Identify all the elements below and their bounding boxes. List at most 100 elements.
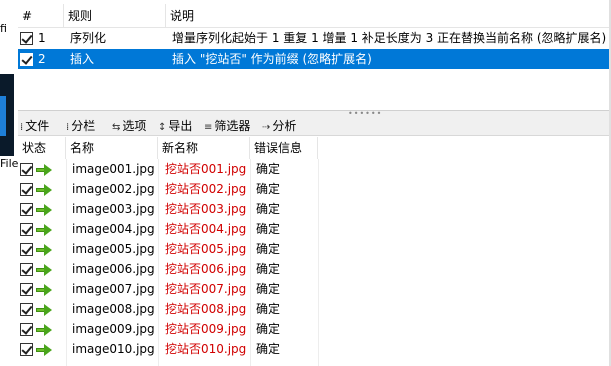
file-row[interactable]: image007.jpg 挖站否007.jpg 确定: [18, 279, 318, 299]
toolbar-files-button[interactable]: ⁞ 文件: [20, 116, 49, 136]
rename-arrow-icon: [36, 243, 52, 256]
file-row[interactable]: image009.jpg 挖站否009.jpg 确定: [18, 319, 318, 339]
rename-arrow-icon: [36, 183, 52, 196]
file-name: image001.jpg: [72, 162, 155, 176]
file-error: 确定: [256, 282, 281, 296]
file-name: image007.jpg: [72, 282, 155, 296]
column-divider: [318, 159, 319, 366]
file-row[interactable]: image005.jpg 挖站否005.jpg 确定: [18, 239, 318, 259]
file-error: 确定: [256, 302, 281, 316]
column-header-new-name[interactable]: 新名称: [158, 137, 250, 159]
filter-icon: ≡: [204, 122, 213, 133]
column-header-status[interactable]: 状态: [18, 137, 66, 159]
file-name: image009.jpg: [72, 322, 155, 336]
file-checkbox[interactable]: [20, 163, 33, 176]
rename-arrow-icon: [36, 163, 52, 176]
file-new-name: 挖站否006.jpg: [165, 262, 247, 276]
file-row[interactable]: image004.jpg 挖站否004.jpg 确定: [18, 219, 318, 239]
rule-description: 增量序列化起始于 1 重复 1 增量 1 补足长度为 3 正在替换当前名称 (忽…: [172, 31, 607, 45]
toolbar-label: 分栏: [71, 119, 96, 133]
file-new-name: 挖站否005.jpg: [165, 242, 247, 256]
rule-row-selected[interactable]: 2 插入 插入 "挖站否" 作为前缀 (忽略扩展名): [18, 49, 611, 69]
file-error: 确定: [256, 202, 281, 216]
toolbar-label: 选项: [122, 119, 147, 133]
rename-arrow-icon: [36, 263, 52, 276]
toolbar-export-button[interactable]: ↕ 导出: [158, 116, 192, 136]
rule-description: 插入 "挖站否" 作为前缀 (忽略扩展名): [172, 52, 372, 66]
status-cell: [20, 339, 64, 359]
columns-icon: ⁞: [66, 122, 70, 133]
file-checkbox[interactable]: [20, 183, 33, 196]
file-new-name: 挖站否008.jpg: [165, 302, 247, 316]
file-checkbox[interactable]: [20, 323, 33, 336]
toolbar-label: 筛选器: [214, 119, 251, 133]
file-error: 确定: [256, 262, 281, 276]
column-header-rule[interactable]: 规则: [64, 4, 166, 28]
file-checkbox[interactable]: [20, 303, 33, 316]
toolbar-label: 分析: [272, 119, 297, 133]
file-row[interactable]: image006.jpg 挖站否006.jpg 确定: [18, 259, 318, 279]
rename-arrow-icon: [36, 283, 52, 296]
background-text-fragment: fi: [0, 22, 7, 35]
rename-arrow-icon: [36, 223, 52, 236]
toolbar-label: 文件: [25, 119, 50, 133]
file-error: 确定: [256, 162, 281, 176]
file-name: image003.jpg: [72, 202, 155, 216]
status-cell: [20, 279, 64, 299]
background-text-fragment: File: [0, 157, 19, 170]
file-name: image004.jpg: [72, 222, 155, 236]
file-checkbox[interactable]: [20, 343, 33, 356]
file-checkbox[interactable]: [20, 203, 33, 216]
status-cell: [20, 219, 64, 239]
file-row[interactable]: image003.jpg 挖站否003.jpg 确定: [18, 199, 318, 219]
file-new-name: 挖站否002.jpg: [165, 182, 247, 196]
rename-arrow-icon: [36, 203, 52, 216]
file-error: 确定: [256, 342, 281, 356]
file-new-name: 挖站否004.jpg: [165, 222, 247, 236]
toolbar-analyze-button[interactable]: ⇢ 分析: [262, 116, 296, 136]
file-row[interactable]: image010.jpg 挖站否010.jpg 确定: [18, 339, 318, 359]
column-header-name[interactable]: 名称: [66, 137, 158, 159]
file-icon: ⁞: [20, 122, 24, 133]
toolbar-filter-button[interactable]: ≡ 筛选器: [204, 116, 250, 136]
file-list-header: 状态 名称 新名称 错误信息: [18, 137, 318, 159]
file-row[interactable]: image001.jpg 挖站否001.jpg 确定: [18, 159, 318, 179]
file-row[interactable]: image002.jpg 挖站否002.jpg 确定: [18, 179, 318, 199]
rename-arrow-icon: [36, 343, 52, 356]
file-list: 状态 名称 新名称 错误信息 image001.jpg 挖站否001.jpg 确定 i…: [18, 137, 611, 366]
status-cell: [20, 259, 64, 279]
status-cell: [20, 159, 64, 179]
column-header-number[interactable]: #: [18, 4, 64, 28]
file-new-name: 挖站否010.jpg: [165, 342, 247, 356]
export-icon: ↕: [158, 122, 167, 133]
toolbar-columns-button[interactable]: ⁞ 分栏: [66, 116, 95, 136]
file-error: 确定: [256, 242, 281, 256]
status-cell: [20, 179, 64, 199]
rule-checkbox[interactable]: [20, 53, 33, 66]
file-checkbox[interactable]: [20, 263, 33, 276]
rule-number: 2: [38, 52, 46, 66]
file-name: image002.jpg: [72, 182, 155, 196]
file-checkbox[interactable]: [20, 223, 33, 236]
status-cell: [20, 299, 64, 319]
toolbar-options-button[interactable]: ⇆ 选项: [112, 116, 146, 136]
rules-header: # 规则 说明: [18, 4, 611, 28]
status-cell: [20, 239, 64, 259]
rules-list: # 规则 说明 1 序列化 增量序列化起始于 1 重复 1 增量 1 补足长度为…: [18, 0, 611, 110]
rule-name: 序列化: [70, 31, 107, 45]
file-checkbox[interactable]: [20, 243, 33, 256]
rule-name: 插入: [70, 52, 95, 66]
column-header-error[interactable]: 错误信息: [250, 137, 318, 159]
file-error: 确定: [256, 182, 281, 196]
column-header-description[interactable]: 说明: [166, 4, 611, 28]
options-icon: ⇆: [112, 122, 121, 133]
rule-checkbox[interactable]: [20, 32, 33, 45]
background-window-strip: fi File: [0, 0, 18, 366]
file-name: image006.jpg: [72, 262, 155, 276]
rename-arrow-icon: [36, 323, 52, 336]
file-new-name: 挖站否009.jpg: [165, 322, 247, 336]
file-checkbox[interactable]: [20, 283, 33, 296]
rename-arrow-icon: [36, 303, 52, 316]
file-row[interactable]: image008.jpg 挖站否008.jpg 确定: [18, 299, 318, 319]
rule-row[interactable]: 1 序列化 增量序列化起始于 1 重复 1 增量 1 补足长度为 3 正在替换当…: [18, 28, 611, 48]
